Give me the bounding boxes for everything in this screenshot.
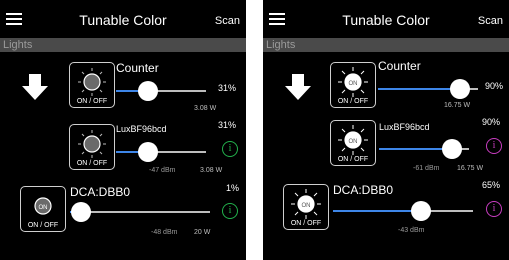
screen-right: Tunable Color Scan Lights ON ON / OFF Co… [263, 0, 509, 260]
power-readout: 16.75 W [457, 165, 484, 172]
top-bar: Tunable Color Scan [263, 0, 509, 38]
bulb-on-text: ON [349, 139, 358, 145]
section-label: Lights [3, 39, 33, 51]
bulb-toggle-button[interactable]: ON / OFF [69, 62, 115, 108]
light-name: LuxBF96bcd [116, 124, 167, 134]
power-readout: 16.75 W [444, 102, 471, 109]
bulb-label: ON / OFF [76, 160, 108, 167]
app-title: Tunable Color [79, 12, 167, 28]
brightness-percent: 31% [218, 83, 237, 93]
bulb-toggle-button[interactable]: ON ON / OFF [20, 186, 66, 232]
light-name: Counter [378, 59, 421, 73]
bulb-on-text: ON [349, 81, 358, 87]
bulb-label: ON / OFF [27, 222, 59, 229]
brightness-percent: 31% [218, 120, 237, 130]
brightness-slider[interactable] [70, 202, 210, 222]
brightness-slider[interactable] [116, 142, 206, 162]
bulb-label: ON / OFF [290, 220, 322, 227]
bulb-toggle-button[interactable]: ON ON / OFF [330, 120, 376, 166]
bulb-toggle-button[interactable]: ON / OFF [69, 124, 115, 170]
info-icon[interactable]: i [486, 201, 502, 217]
brightness-percent: 90% [485, 81, 504, 91]
signal-readout: -43 dBm [398, 227, 425, 234]
section-header: Lights [0, 38, 246, 52]
down-arrow-icon[interactable] [20, 72, 50, 102]
light-name: LuxBF96bcd [379, 122, 430, 132]
section-label: Lights [266, 39, 296, 51]
top-bar: Tunable Color Scan [0, 0, 246, 38]
down-arrow-icon[interactable] [283, 72, 313, 102]
bulb-label: ON / OFF [76, 98, 108, 105]
signal-readout: -47 dBm [149, 167, 176, 174]
app-title: Tunable Color [342, 12, 430, 28]
info-icon[interactable]: i [222, 203, 238, 219]
section-header: Lights [263, 38, 509, 52]
brightness-percent: 90% [482, 117, 501, 127]
power-readout: 20 W [194, 229, 211, 236]
brightness-percent: 65% [482, 180, 501, 190]
brightness-slider[interactable] [116, 81, 206, 101]
signal-readout: -61 dBm [413, 165, 440, 172]
scan-button[interactable]: Scan [215, 15, 240, 27]
signal-readout: -48 dBm [151, 229, 178, 236]
power-readout: 3.08 W [194, 105, 217, 112]
screen-left: Tunable Color Scan Lights ON / OFF Count… [0, 0, 246, 260]
light-name: Counter [116, 61, 159, 75]
brightness-slider[interactable] [379, 139, 469, 159]
bulb-toggle-button[interactable]: ON ON / OFF [283, 184, 329, 230]
bulb-label: ON / OFF [337, 98, 369, 105]
info-icon[interactable]: i [486, 138, 502, 154]
power-readout: 3.08 W [200, 167, 223, 174]
brightness-slider[interactable] [333, 201, 473, 221]
info-icon[interactable]: i [222, 141, 238, 157]
brightness-slider[interactable] [378, 79, 478, 99]
light-name: DCA:DBB0 [70, 185, 131, 199]
brightness-percent: 1% [226, 183, 240, 193]
light-name: DCA:DBB0 [333, 183, 394, 197]
bulb-label: ON / OFF [337, 156, 369, 163]
bulb-on-text: ON [39, 205, 48, 211]
bulb-on-text: ON [302, 203, 311, 209]
scan-button[interactable]: Scan [478, 15, 503, 27]
bulb-toggle-button[interactable]: ON ON / OFF [330, 62, 376, 108]
